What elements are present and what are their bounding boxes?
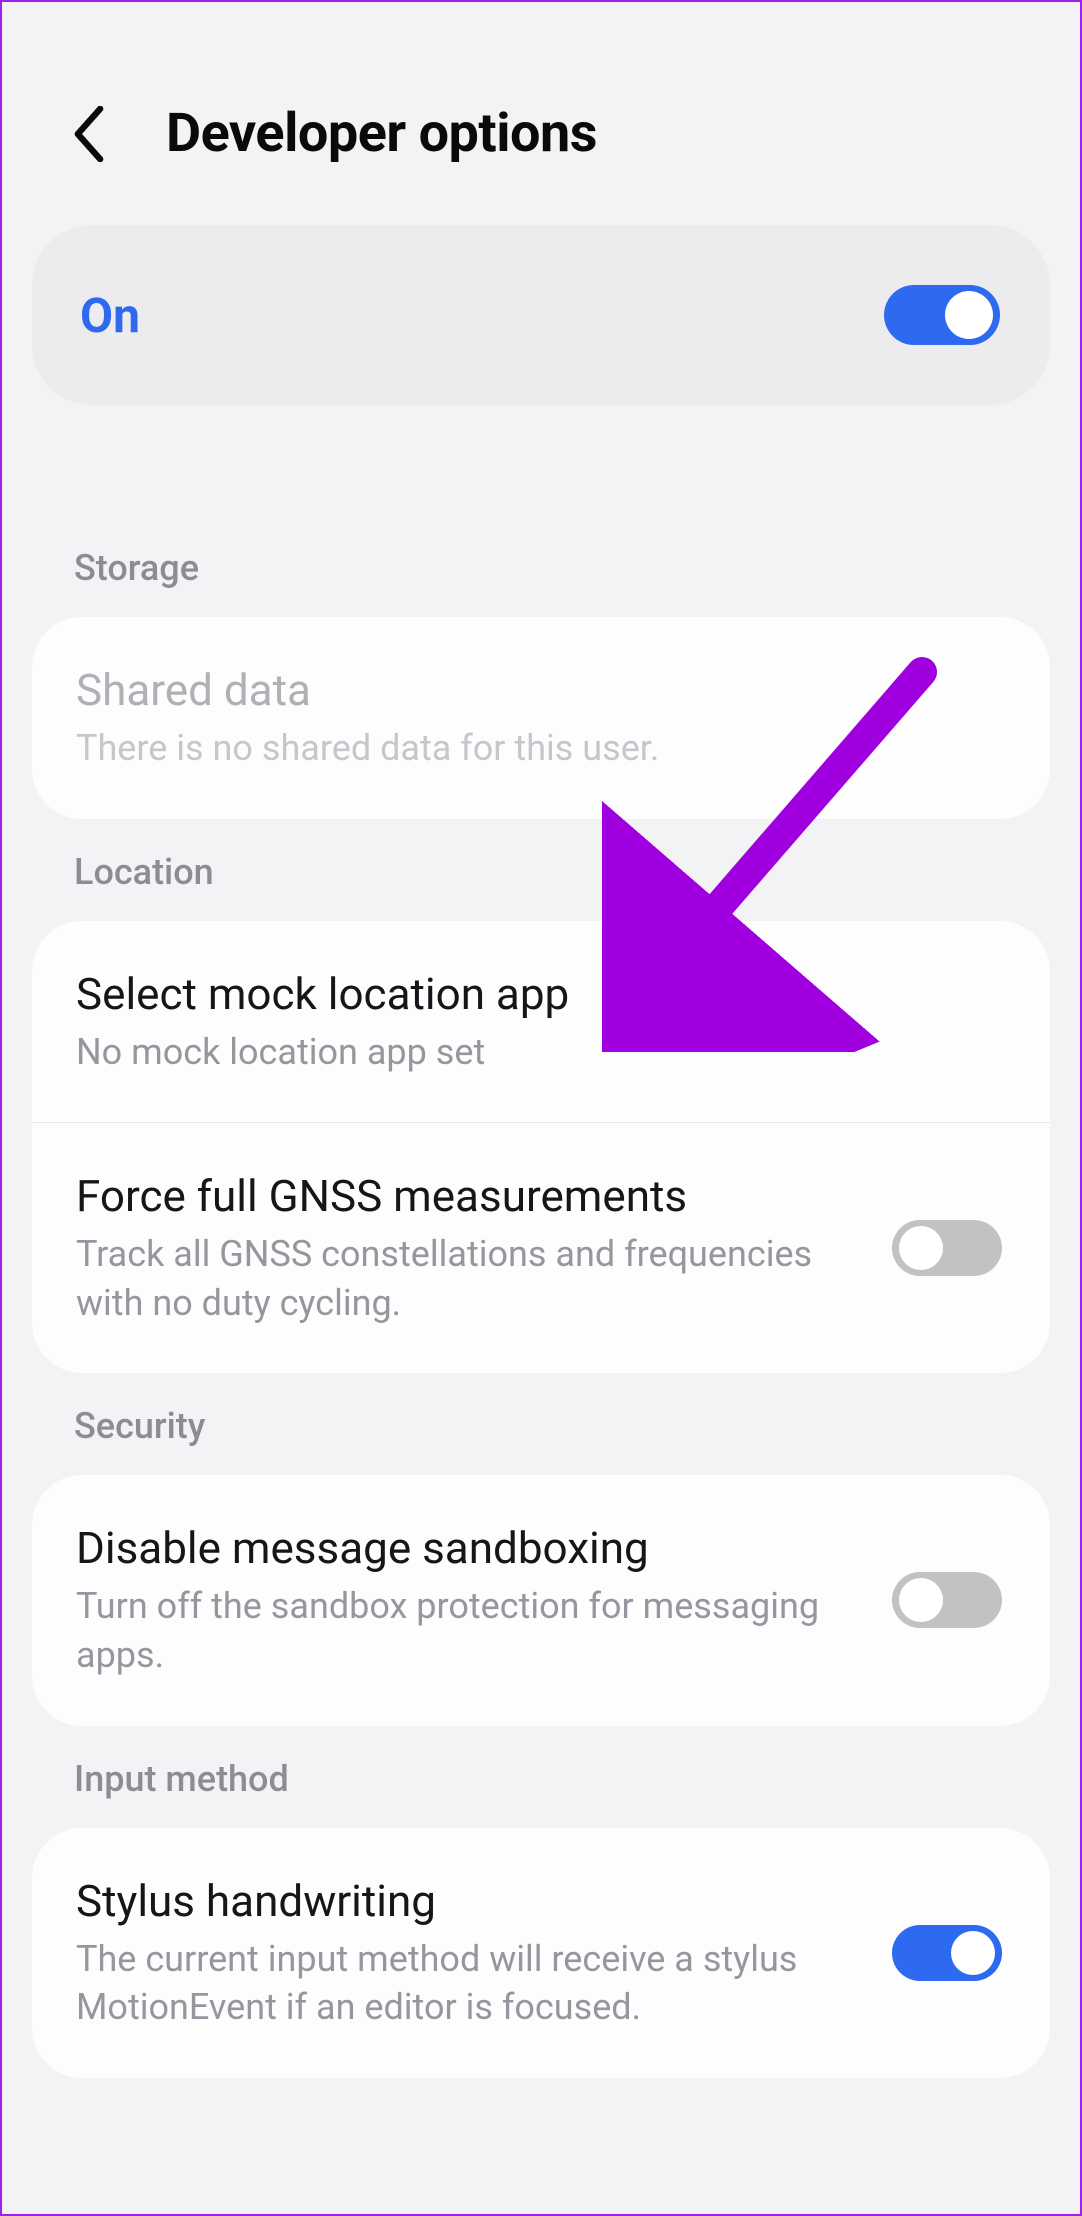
sandbox-sub: Turn off the sandbox protection for mess…: [76, 1582, 872, 1679]
back-icon[interactable]: [72, 106, 106, 162]
master-toggle-switch[interactable]: [884, 285, 1000, 345]
row-shared-data[interactable]: Shared data There is no shared data for …: [32, 617, 1050, 819]
sandbox-title: Disable message sandboxing: [76, 1521, 872, 1576]
stylus-title: Stylus handwriting: [76, 1874, 872, 1929]
security-card: Disable message sandboxing Turn off the …: [32, 1475, 1050, 1725]
gnss-toggle-switch[interactable]: [892, 1220, 1002, 1276]
shared-data-title: Shared data: [76, 663, 982, 718]
gnss-title: Force full GNSS measurements: [76, 1169, 872, 1224]
stylus-toggle-switch[interactable]: [892, 1925, 1002, 1981]
section-header-security: Security: [2, 1373, 1080, 1475]
master-toggle-label: On: [80, 287, 140, 344]
section-header-input: Input method: [2, 1726, 1080, 1828]
stylus-sub: The current input method will receive a …: [76, 1935, 872, 2032]
gnss-sub: Track all GNSS constellations and freque…: [76, 1230, 872, 1327]
row-disable-sandboxing[interactable]: Disable message sandboxing Turn off the …: [32, 1475, 1050, 1725]
storage-card: Shared data There is no shared data for …: [32, 617, 1050, 819]
location-card: Select mock location app No mock locatio…: [32, 921, 1050, 1374]
row-stylus-handwriting[interactable]: Stylus handwriting The current input met…: [32, 1828, 1050, 2078]
row-force-gnss[interactable]: Force full GNSS measurements Track all G…: [32, 1123, 1050, 1373]
row-select-mock-location[interactable]: Select mock location app No mock locatio…: [32, 921, 1050, 1124]
shared-data-sub: There is no shared data for this user.: [76, 724, 982, 773]
mock-location-title: Select mock location app: [76, 967, 982, 1022]
section-header-location: Location: [2, 819, 1080, 921]
section-header-storage: Storage: [2, 515, 1080, 617]
mock-location-sub: No mock location app set: [76, 1028, 982, 1077]
page-title: Developer options: [166, 102, 597, 165]
master-toggle-row[interactable]: On: [32, 225, 1050, 405]
input-card: Stylus handwriting The current input met…: [32, 1828, 1050, 2078]
header-bar: Developer options: [2, 2, 1080, 225]
sandbox-toggle-switch[interactable]: [892, 1572, 1002, 1628]
